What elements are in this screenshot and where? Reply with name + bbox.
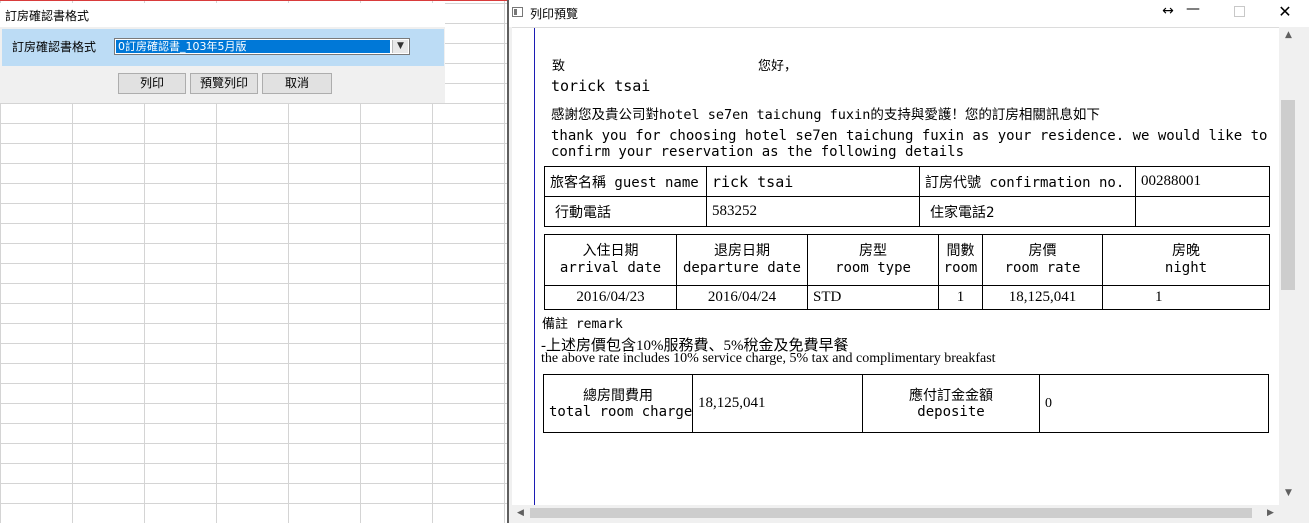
close-icon[interactable]: ✕ bbox=[1275, 2, 1295, 21]
table-row: 行動電話 583252 住家電話2 bbox=[544, 196, 1270, 227]
rate-value: 18,125,041 bbox=[982, 285, 1103, 310]
header-rate: 房價 room rate bbox=[982, 234, 1103, 286]
header-arrival: 入住日期 arrival date bbox=[544, 234, 677, 286]
guest-name-label: 旅客名稱 guest name bbox=[544, 166, 707, 197]
vertical-scrollbar[interactable]: ▲ ▼ bbox=[1279, 27, 1298, 505]
horizontal-scroll-thumb[interactable] bbox=[530, 508, 1252, 518]
home-phone-value bbox=[1135, 196, 1270, 227]
thanks-en-line2: confirm your reservation as the followin… bbox=[551, 144, 965, 160]
table-row: 2016/04/23 2016/04/24 STD 1 18,125,041 1 bbox=[544, 285, 1270, 310]
departure-value: 2016/04/24 bbox=[676, 285, 808, 310]
table-header-row: 入住日期 arrival date 退房日期 departure date 房型 ro… bbox=[544, 234, 1270, 286]
greeting-to: 致 bbox=[552, 59, 566, 74]
scroll-left-icon[interactable]: ◀ bbox=[512, 505, 529, 521]
format-label: 訂房確認書格式 bbox=[12, 40, 97, 54]
total-value: 18,125,041 bbox=[692, 374, 863, 433]
window-title-bar[interactable]: 列印預覽 ↔ — ✕ bbox=[509, 0, 1309, 27]
print-button[interactable]: 列印 bbox=[118, 73, 186, 94]
arrival-value: 2016/04/23 bbox=[544, 285, 677, 310]
greeting-hello: 您好， bbox=[758, 59, 798, 74]
header-rooms: 間數 room bbox=[938, 234, 983, 286]
header-nights: 房晚 night bbox=[1102, 234, 1270, 286]
thanks-zh: 感謝您及貴公司對hotel se7en taichung fuxin的支持與愛護… bbox=[551, 107, 1100, 123]
remark-en: the above rate includes 10% service char… bbox=[541, 351, 996, 366]
guest-name-value: rick tsai bbox=[706, 166, 920, 197]
dialog-title-bar: 訂房確認書格式 bbox=[0, 3, 445, 28]
confirmation-label: 訂房代號 confirmation no. bbox=[919, 166, 1136, 197]
horizontal-scrollbar[interactable]: ◀ ▶ bbox=[512, 505, 1279, 521]
table-row: 總房間費用 total room charge 18,125,041 應付訂金金額… bbox=[543, 374, 1269, 433]
remark-label: 備註 remark bbox=[542, 317, 623, 332]
total-label: 總房間費用 total room charge bbox=[543, 374, 693, 433]
app-window-icon bbox=[512, 7, 523, 17]
format-select-value: 0訂房確認書_103年5月版 bbox=[116, 40, 390, 53]
total-charge-table: 總房間費用 total room charge 18,125,041 應付訂金金額… bbox=[543, 374, 1269, 433]
mobile-label: 行動電話 bbox=[544, 196, 707, 227]
page-margin-line bbox=[534, 28, 535, 506]
preview-print-button[interactable]: 預覽列印 bbox=[190, 73, 258, 94]
scroll-down-icon[interactable]: ▼ bbox=[1279, 485, 1298, 502]
header-departure: 退房日期 departure date bbox=[676, 234, 808, 286]
maximize-icon[interactable] bbox=[1229, 3, 1249, 21]
cancel-button[interactable]: 取消 bbox=[262, 73, 332, 94]
resize-arrows-icon[interactable]: ↔ bbox=[1158, 3, 1178, 19]
vertical-scroll-thumb[interactable] bbox=[1281, 100, 1295, 290]
mobile-value: 583252 bbox=[706, 196, 920, 227]
dialog-title: 訂房確認書格式 bbox=[5, 9, 90, 23]
stay-details-table: 入住日期 arrival date 退房日期 departure date 房型 ro… bbox=[544, 234, 1270, 310]
confirmation-value: 00288001 bbox=[1135, 166, 1270, 197]
scroll-up-icon[interactable]: ▲ bbox=[1279, 27, 1298, 44]
guest-info-table: 旅客名稱 guest name rick tsai 訂房代號 confirmat… bbox=[544, 166, 1270, 227]
format-select[interactable]: 0訂房確認書_103年5月版 ▼ bbox=[114, 38, 410, 55]
room-type-value: STD bbox=[807, 285, 939, 310]
print-preview-window: 列印預覽 ↔ — ✕ 致 您好， torick tsai 感謝您及貴公司對hot… bbox=[509, 0, 1309, 523]
thanks-en-line1: thank you for choosing hotel se7en taich… bbox=[551, 128, 1268, 144]
rooms-value: 1 bbox=[938, 285, 983, 310]
preview-page: 致 您好， torick tsai 感謝您及貴公司對hotel se7en ta… bbox=[512, 27, 1279, 506]
active-border bbox=[0, 0, 507, 1]
window-title: 列印預覽 bbox=[530, 7, 579, 21]
spreadsheet-background: 訂房確認書格式 訂房確認書格式 0訂房確認書_103年5月版 ▼ 列印 預覽列印… bbox=[0, 0, 507, 523]
minimize-icon[interactable]: — bbox=[1183, 1, 1203, 17]
deposit-value: 0 bbox=[1039, 374, 1269, 433]
format-dialog: 訂房確認書格式 0訂房確認書_103年5月版 ▼ 列印 預覽列印 取消 bbox=[0, 27, 445, 103]
format-row: 訂房確認書格式 0訂房確認書_103年5月版 ▼ bbox=[2, 29, 444, 66]
deposit-label: 應付訂金金額 deposite bbox=[862, 374, 1040, 433]
table-row: 旅客名稱 guest name rick tsai 訂房代號 confirmat… bbox=[544, 166, 1270, 197]
header-room-type: 房型 room type bbox=[807, 234, 939, 286]
recipient-name: torick tsai bbox=[551, 77, 651, 95]
nights-value: 1 bbox=[1102, 285, 1270, 310]
scroll-right-icon[interactable]: ▶ bbox=[1262, 505, 1279, 521]
chevron-down-icon[interactable]: ▼ bbox=[392, 40, 408, 53]
home-phone-label: 住家電話2 bbox=[919, 196, 1136, 227]
